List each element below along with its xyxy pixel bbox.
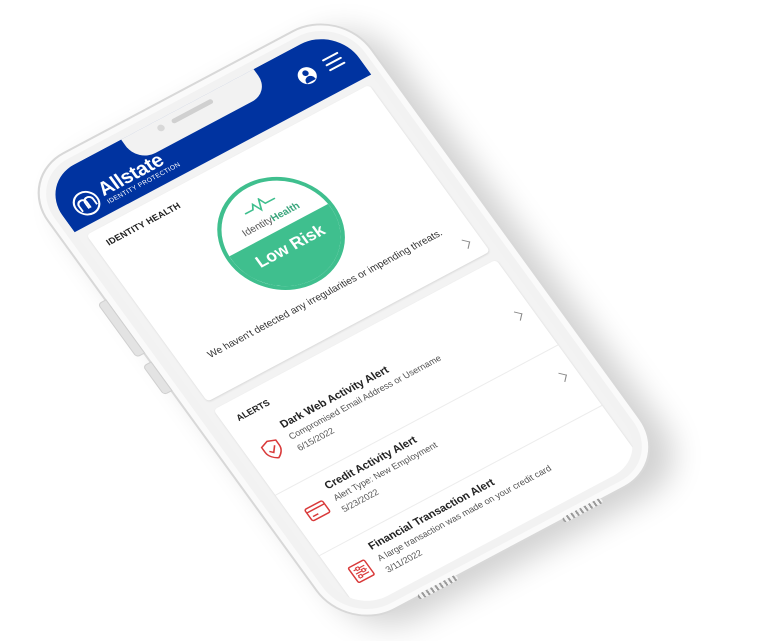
- camera-icon: [155, 123, 167, 133]
- phone-frame: Allstate IDENTITY PROTECTION IDENTITY HE…: [15, 4, 673, 636]
- hamburger-menu-icon[interactable]: [321, 51, 346, 72]
- credit-card-icon: [301, 497, 333, 525]
- chevron-right-icon: [512, 311, 523, 321]
- shield-alert-icon: [257, 435, 289, 463]
- risk-level: Low Risk: [251, 220, 329, 272]
- transaction-icon: [345, 557, 377, 585]
- header-actions: [293, 50, 347, 88]
- chevron-right-icon[interactable]: [460, 239, 471, 249]
- profile-icon[interactable]: [293, 64, 321, 88]
- chevron-right-icon: [556, 372, 567, 383]
